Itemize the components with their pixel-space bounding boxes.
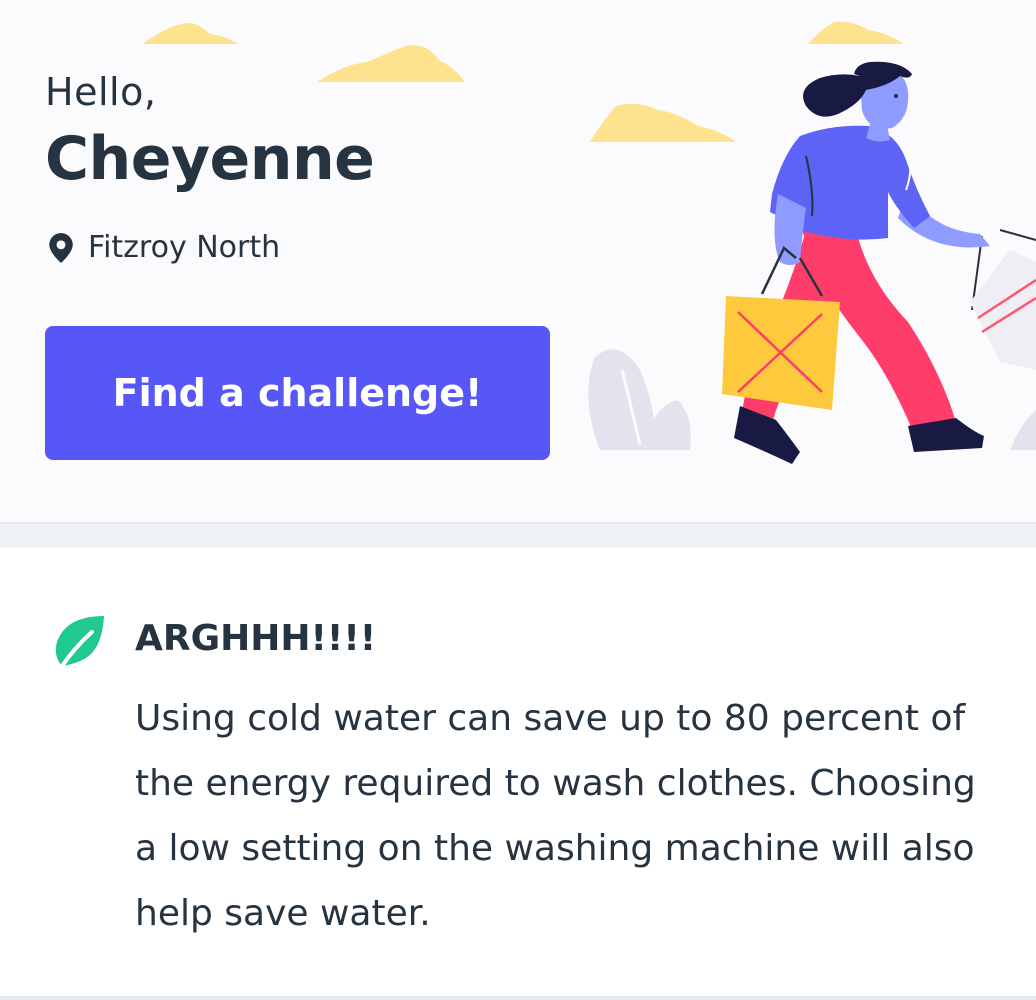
greeting-text: Hello,	[45, 70, 157, 114]
bottom-divider	[0, 996, 1036, 1000]
tip-title: ARGHHH!!!!	[135, 618, 377, 659]
map-pin-icon	[49, 232, 73, 263]
section-divider	[0, 522, 1036, 548]
user-name: Cheyenne	[45, 124, 375, 194]
cloud-decoration	[317, 45, 465, 82]
find-challenge-button[interactable]: Find a challenge!	[45, 326, 550, 460]
location-label: Fitzroy North	[88, 230, 281, 265]
leaf-icon	[55, 616, 104, 668]
tip-body: Using cold water can save up to 80 perce…	[135, 698, 976, 934]
location: Fitzroy North	[48, 230, 280, 265]
cloud-decoration	[142, 23, 238, 44]
shopping-woman-illustration	[588, 61, 1036, 464]
plant-leaf	[1010, 410, 1036, 450]
hero-banner: Hello, Cheyenne Fitzroy North Find a cha…	[0, 0, 1036, 522]
shopping-bag-right	[970, 250, 1036, 370]
tip-card: ARGHHH!!!! Using cold water can save up …	[0, 548, 1036, 1000]
